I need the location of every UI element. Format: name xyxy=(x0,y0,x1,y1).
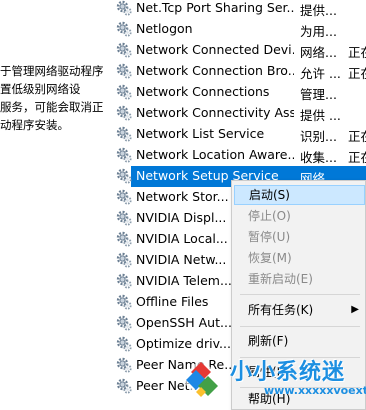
gear-icon xyxy=(116,63,132,79)
service-name: Network Connectivity Ass... xyxy=(136,105,294,120)
menu-item-stop[interactable]: 停止(O) xyxy=(234,206,365,226)
service-row[interactable]: Network List Service 识别... 正在 xyxy=(114,124,366,145)
menu-item-all-tasks[interactable]: 所有任务(K) ▶ xyxy=(234,300,365,320)
service-row[interactable]: Network Connected Devi... 网络... 正在 xyxy=(114,40,366,61)
service-description: 网络... xyxy=(300,45,337,60)
service-description: 识别... xyxy=(300,129,337,144)
menu-item-all-tasks-label: 所有任务(K) xyxy=(248,303,314,317)
menu-item-refresh[interactable]: 刷新(F) xyxy=(234,331,365,351)
watermark-logo-icon xyxy=(180,358,222,400)
menu-separator xyxy=(240,326,360,327)
gear-icon xyxy=(116,105,132,121)
service-row[interactable]: Network Connection Bro... 允许 ... 正在 xyxy=(114,61,366,82)
services-window: 于管理网络驱动程序 置低级别网络设 服务，可能会取消正 动程序安装。 Net.T… xyxy=(0,0,366,410)
description-line: 于管理网络驱动程序 xyxy=(0,64,104,78)
service-row[interactable]: Net.Tcp Port Sharing Ser... 提供... xyxy=(114,0,366,19)
service-name: Network Location Aware... xyxy=(136,147,294,162)
service-name: Network Connection Bro... xyxy=(136,63,294,78)
gear-icon xyxy=(116,147,132,163)
watermark-url: www.xxxxxvoext.com xyxy=(264,384,366,397)
service-description: 为用... xyxy=(300,24,337,39)
service-description: 提供 ... xyxy=(300,108,341,123)
service-status: 正在 xyxy=(348,66,366,81)
service-status: 正在 xyxy=(348,150,366,165)
service-name: Netlogon xyxy=(136,21,193,36)
gear-icon xyxy=(116,294,132,310)
gear-icon xyxy=(116,378,132,394)
service-description: 允许 ... xyxy=(300,66,341,81)
service-name: Network Connections xyxy=(136,84,270,99)
gear-icon xyxy=(116,84,132,100)
service-row[interactable]: Network Connections 管理... xyxy=(114,82,366,103)
menu-item-resume[interactable]: 恢复(M) xyxy=(234,248,365,268)
service-description-pane: 于管理网络驱动程序 置低级别网络设 服务，可能会取消正 动程序安装。 xyxy=(0,62,112,134)
menu-item-start[interactable]: 启动(S) xyxy=(234,185,365,205)
description-line: 服务，可能会取消正 xyxy=(0,100,104,114)
service-status: 正在 xyxy=(348,129,366,144)
gear-icon xyxy=(116,0,132,16)
gear-icon xyxy=(116,273,132,289)
gear-icon xyxy=(116,42,132,58)
gear-icon xyxy=(116,357,132,373)
gear-icon xyxy=(116,315,132,331)
gear-icon xyxy=(116,210,132,226)
gear-icon xyxy=(116,252,132,268)
service-name: Network List Service xyxy=(136,126,265,141)
service-description: 收集... xyxy=(300,150,337,165)
description-line: 置低级别网络设 xyxy=(0,82,81,96)
gear-icon xyxy=(116,336,132,352)
gear-icon xyxy=(116,231,132,247)
gear-icon xyxy=(116,21,132,37)
service-name: Network Connected Devi... xyxy=(136,42,294,57)
menu-separator xyxy=(240,294,360,295)
chevron-right-icon: ▶ xyxy=(351,304,359,315)
gear-icon xyxy=(116,168,132,184)
gear-icon xyxy=(116,189,132,205)
service-description: 管理... xyxy=(300,87,337,102)
service-name: Net.Tcp Port Sharing Ser... xyxy=(136,0,294,15)
description-line: 动程序安装。 xyxy=(0,118,69,132)
service-row[interactable]: Network Location Aware... 收集... 正在 xyxy=(114,145,366,166)
menu-item-pause[interactable]: 暂停(U) xyxy=(234,227,365,247)
menu-item-restart[interactable]: 重新启动(E) xyxy=(234,269,365,289)
gear-icon xyxy=(116,126,132,142)
watermark-brand: 小小系统迷 xyxy=(230,360,346,385)
service-description: 提供... xyxy=(300,3,337,18)
watermark: 小小系统迷 www.xxxxxvoext.com xyxy=(178,350,366,410)
service-row[interactable]: Netlogon 为用... xyxy=(114,19,366,40)
service-status: 正在 xyxy=(348,45,366,60)
service-row[interactable]: Network Connectivity Ass... 提供 ... xyxy=(114,103,366,124)
